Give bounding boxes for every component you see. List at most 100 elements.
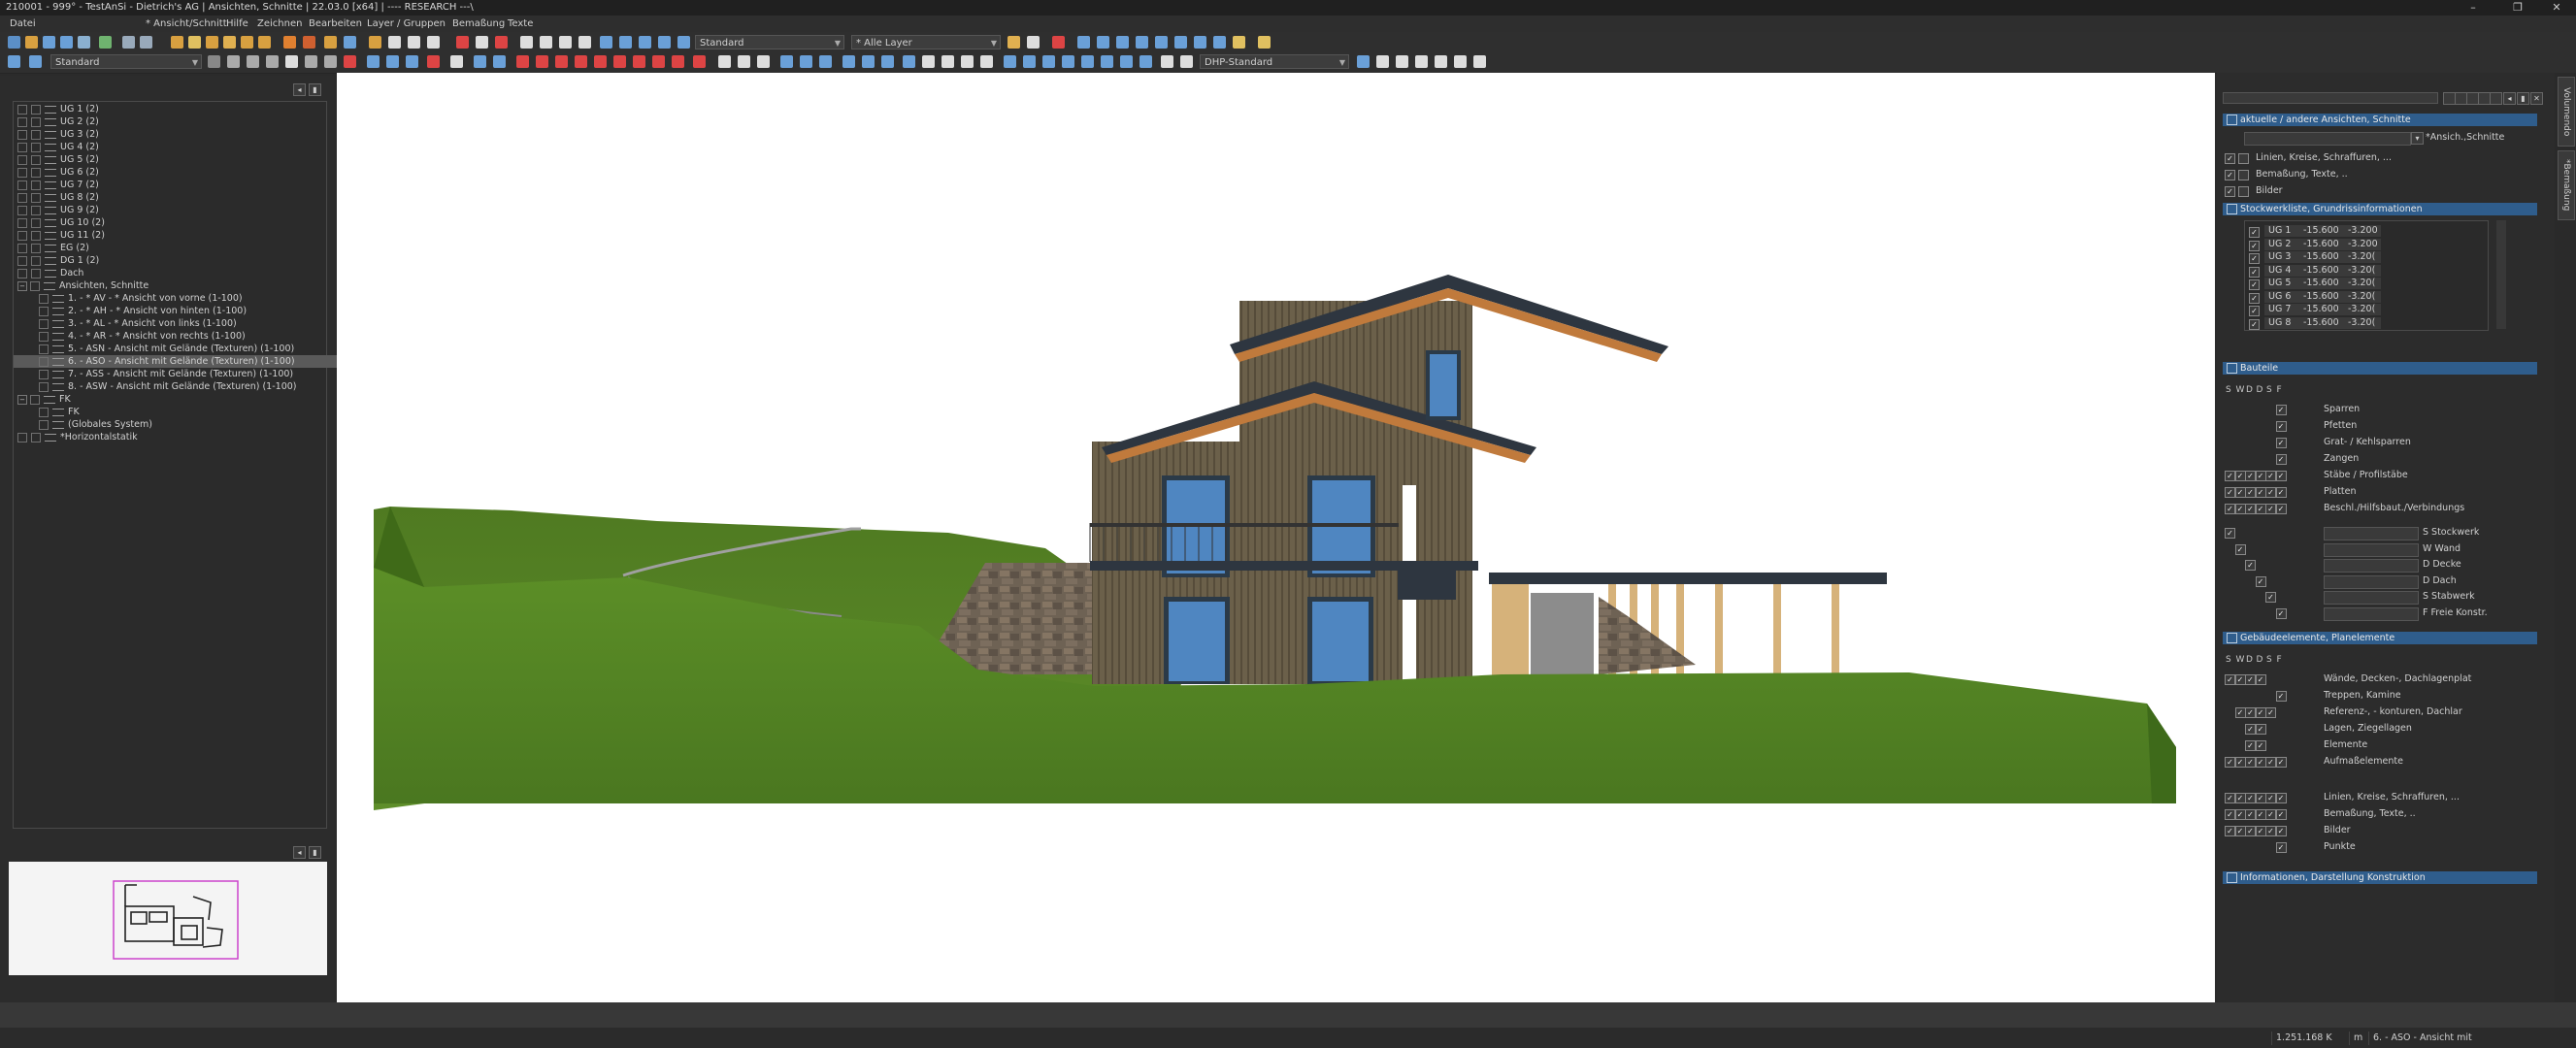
print-icon[interactable] [78, 36, 90, 49]
view-option-checkbox[interactable]: ✓ [2225, 153, 2235, 164]
tree-item[interactable]: 6. - ASO - Ansicht mit Gelände (Texturen… [14, 355, 347, 368]
lock-checkbox[interactable] [39, 369, 49, 379]
floor-checkbox[interactable]: ✓ [2249, 240, 2260, 251]
tool-icon[interactable] [842, 55, 855, 68]
visibility-checkbox[interactable] [17, 192, 27, 203]
section-parts[interactable]: Bauteile [2223, 362, 2537, 375]
element-checkbox[interactable]: ✓ [2265, 826, 2276, 836]
part-checkbox[interactable]: ✓ [2275, 438, 2287, 448]
layer-icon[interactable] [677, 36, 690, 49]
section-floors[interactable]: Stockwerkliste, Grundrissinformationen [2223, 203, 2537, 215]
dimension-icon[interactable] [693, 55, 706, 68]
tree-item[interactable]: UG 8 (2) [14, 191, 326, 204]
menu-bearbeiten[interactable]: Bearbeiten [309, 16, 362, 33]
tool-icon[interactable] [800, 55, 812, 68]
element-checkbox[interactable]: ✓ [2255, 826, 2266, 836]
expand-toggle-icon[interactable]: − [17, 394, 27, 405]
lock-checkbox[interactable] [31, 268, 41, 278]
filter-checkbox[interactable]: ✓ [2245, 560, 2256, 571]
part-checkbox[interactable]: ✓ [2245, 487, 2256, 498]
visibility-checkbox[interactable] [17, 217, 27, 228]
tool-icon[interactable] [1155, 36, 1168, 49]
text-icon[interactable] [941, 55, 954, 68]
close-icon[interactable]: ✕ [2530, 92, 2543, 105]
undo-icon[interactable] [122, 36, 135, 49]
tool-icon[interactable] [1081, 55, 1094, 68]
part-checkbox[interactable]: ✓ [2255, 471, 2266, 481]
part-checkbox[interactable]: ✓ [2275, 421, 2287, 432]
lock-checkbox[interactable] [39, 419, 49, 430]
part-checkbox[interactable]: ✓ [2255, 487, 2266, 498]
tool-icon[interactable] [1376, 55, 1389, 68]
floor-checkbox[interactable]: ✓ [2249, 279, 2260, 290]
document-icon[interactable] [559, 36, 572, 49]
menu-bemassung[interactable]: Bemaßung [452, 16, 505, 33]
tree-item[interactable]: UG 2 (2) [14, 115, 326, 128]
close-icon[interactable] [1052, 36, 1065, 49]
floor-row[interactable]: UG 6 -15.600 -3.20( [2264, 290, 2381, 303]
element-checkbox[interactable]: ✓ [2225, 793, 2235, 803]
element-checkbox[interactable]: ✓ [2265, 809, 2276, 820]
dimension-icon[interactable] [652, 55, 665, 68]
tree-item[interactable]: 7. - ASS - Ansicht mit Gelände (Texturen… [14, 368, 347, 380]
tree-item[interactable]: − Ansichten, Schnitte [14, 279, 326, 292]
dropdown-icon[interactable]: ▾ [2411, 132, 2424, 145]
line-icon[interactable] [227, 55, 240, 68]
line-icon[interactable] [324, 55, 337, 68]
tool-icon[interactable] [1042, 55, 1055, 68]
element-checkbox[interactable]: ✓ [2245, 724, 2256, 735]
tree-item[interactable]: 8. - ASW - Ansicht mit Gelände (Texturen… [14, 380, 347, 393]
tree-item[interactable]: UG 10 (2) [14, 216, 326, 229]
visibility-checkbox[interactable] [17, 116, 27, 127]
pin-icon[interactable]: ▮ [2517, 92, 2529, 105]
element-checkbox[interactable]: ✓ [2225, 674, 2235, 685]
filter-field[interactable] [2324, 527, 2419, 540]
tool-icon[interactable] [1435, 55, 1447, 68]
part-checkbox[interactable]: ✓ [2265, 471, 2276, 481]
filter-field[interactable] [2324, 559, 2419, 573]
tool-icon[interactable] [1062, 55, 1074, 68]
tool-icon[interactable] [862, 55, 875, 68]
lock-checkbox[interactable] [39, 344, 49, 354]
visibility-checkbox[interactable] [17, 205, 27, 215]
tool-icon[interactable] [386, 55, 399, 68]
document-icon[interactable] [476, 36, 488, 49]
visibility-checkbox[interactable] [17, 268, 27, 278]
tool-icon[interactable] [1136, 36, 1148, 49]
tool-icon[interactable] [1120, 55, 1133, 68]
tool-icon[interactable] [1174, 36, 1187, 49]
floor-checkbox[interactable]: ✓ [2249, 292, 2260, 304]
lock-checkbox[interactable] [31, 243, 41, 253]
arrow-left-icon[interactable]: ◂ [293, 846, 306, 859]
part-checkbox[interactable]: ✓ [2225, 487, 2235, 498]
tab-bemassung[interactable]: *Bemaßung [2558, 150, 2575, 220]
floor-checkbox[interactable]: ✓ [2249, 266, 2260, 278]
tool-icon[interactable] [1161, 55, 1173, 68]
drawing-icon[interactable] [188, 36, 201, 49]
layer-icon[interactable] [639, 36, 651, 49]
tool-icon[interactable] [1023, 55, 1036, 68]
element-checkbox[interactable]: ✓ [2225, 809, 2235, 820]
floor-row[interactable]: UG 2 -15.600 -3.200 [2264, 238, 2381, 250]
floor-list[interactable]: ✓ UG 1 -15.600 -3.200 ✓ UG 2 -15.600 -3.200 ✓ UG … [2244, 220, 2489, 331]
tree-item[interactable]: UG 1 (2) [14, 103, 326, 115]
filter-checkbox[interactable]: ✓ [2225, 528, 2235, 539]
tree-item[interactable]: − FK [14, 393, 326, 406]
lock-checkbox[interactable] [31, 129, 41, 140]
part-checkbox[interactable]: ✓ [2275, 504, 2287, 514]
floor-row[interactable]: UG 5 -15.600 -3.20( [2264, 278, 2381, 289]
part-checkbox[interactable]: ✓ [2275, 487, 2287, 498]
tree-item[interactable]: UG 3 (2) [14, 128, 326, 141]
section-views[interactable]: aktuelle / andere Ansichten, Schnitte [2223, 114, 2537, 126]
element-checkbox[interactable]: ✓ [2275, 809, 2287, 820]
part-checkbox[interactable]: ✓ [2255, 504, 2266, 514]
part-checkbox[interactable]: ✓ [2245, 504, 2256, 514]
tree-item[interactable]: UG 6 (2) [14, 166, 326, 179]
floor-row[interactable]: UG 3 -15.600 -3.20( [2264, 251, 2381, 263]
dimension-icon[interactable] [594, 55, 607, 68]
sphere-icon[interactable] [757, 55, 770, 68]
tool-icon[interactable] [1116, 36, 1129, 49]
element-checkbox[interactable]: ✓ [2225, 826, 2235, 836]
floor-row[interactable]: UG 4 -15.600 -3.20( [2264, 264, 2381, 277]
visibility-checkbox[interactable] [17, 432, 27, 442]
